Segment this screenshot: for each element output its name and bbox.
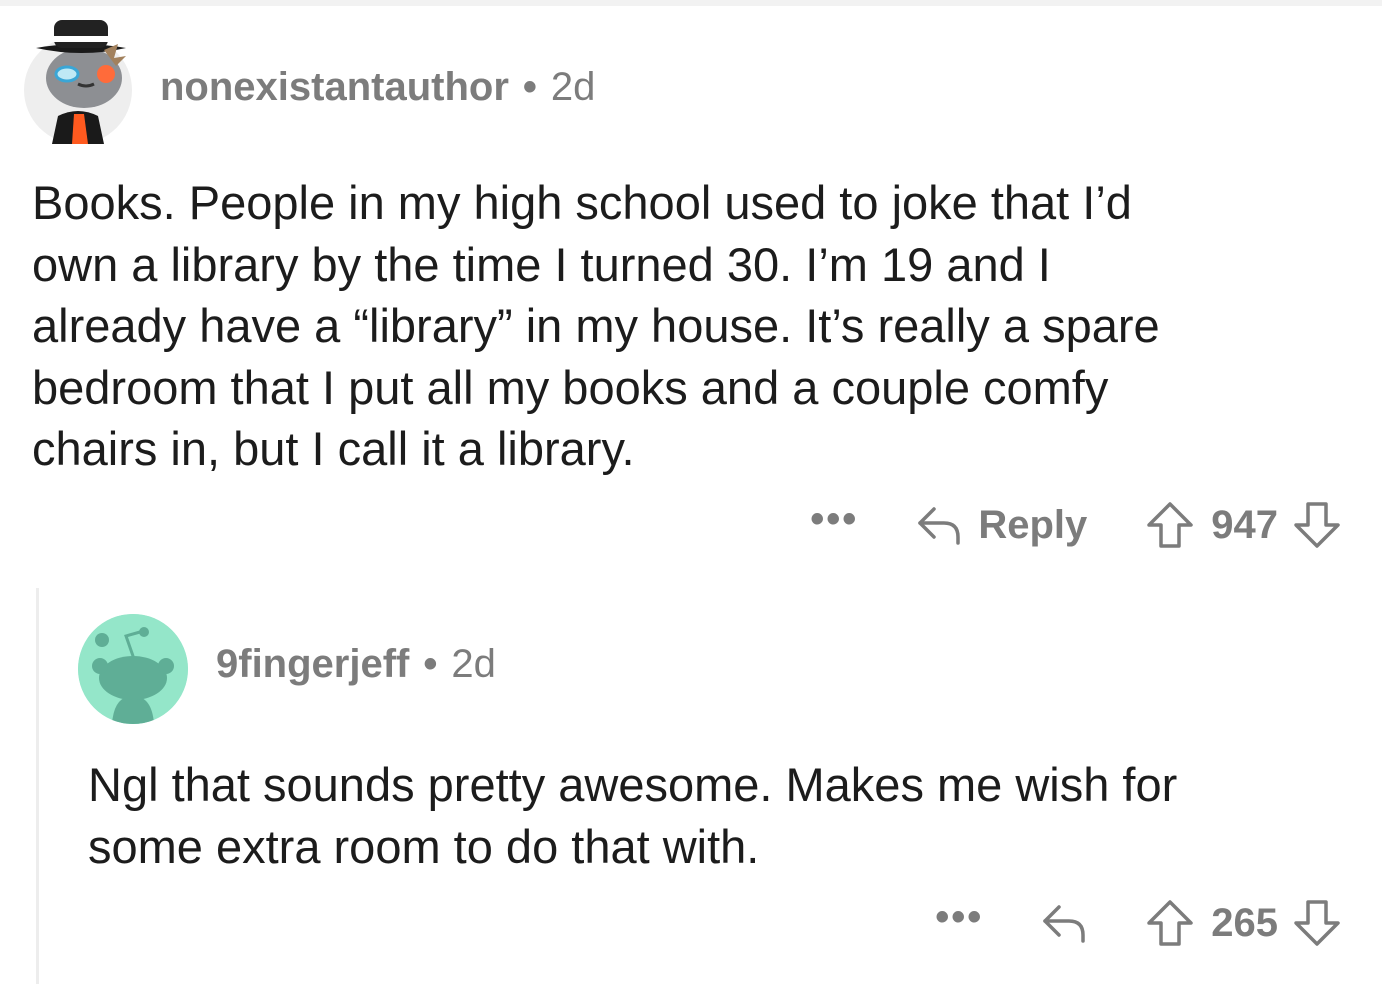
comment-actions: ••• Reply 947 <box>810 499 1342 550</box>
more-options-button[interactable]: ••• <box>935 897 983 937</box>
thread-line[interactable] <box>36 588 39 984</box>
snoo-avatar-default-icon <box>78 614 188 724</box>
upvote-arrow-icon[interactable] <box>1145 898 1195 948</box>
comment-body: Books. People in my high school used to … <box>32 176 1160 475</box>
reply-button[interactable] <box>1039 901 1089 945</box>
vote-score: 947 <box>1211 502 1278 547</box>
user-avatar[interactable] <box>78 614 188 724</box>
downvote-arrow-icon[interactable] <box>1292 898 1342 948</box>
meta-separator: • <box>423 641 438 686</box>
comment-meta: 9fingerjeff • 2d <box>216 642 496 687</box>
vote-score: 265 <box>1211 900 1278 945</box>
upvote-arrow-icon[interactable] <box>1145 500 1195 550</box>
snoo-avatar-fedora-icon <box>24 20 132 144</box>
downvote-arrow-icon[interactable] <box>1292 500 1342 550</box>
meta-separator: • <box>522 64 537 109</box>
comment-header: nonexistantauthor • 2d <box>22 14 595 146</box>
reply-button[interactable]: Reply <box>914 503 1087 548</box>
reply-arrow-icon <box>914 503 964 547</box>
comment-age: 2d <box>451 641 496 686</box>
reply-arrow-icon <box>1039 901 1089 945</box>
username[interactable]: nonexistantauthor <box>160 65 509 110</box>
vote-controls: 947 <box>1145 500 1342 550</box>
user-avatar[interactable] <box>22 14 134 146</box>
comment-meta: nonexistantauthor • 2d <box>160 65 595 110</box>
comment-body: Ngl that sounds pretty awesome. Makes me… <box>88 758 1178 873</box>
vote-controls: 265 <box>1145 898 1342 948</box>
comment-age: 2d <box>550 64 596 109</box>
top-divider <box>0 0 1382 6</box>
username[interactable]: 9fingerjeff <box>216 642 409 687</box>
reply-comment-header: 9fingerjeff • 2d <box>78 614 496 724</box>
comment-actions: ••• 265 <box>935 897 1342 948</box>
more-options-button[interactable]: ••• <box>810 499 858 539</box>
reply-label: Reply <box>978 502 1088 547</box>
